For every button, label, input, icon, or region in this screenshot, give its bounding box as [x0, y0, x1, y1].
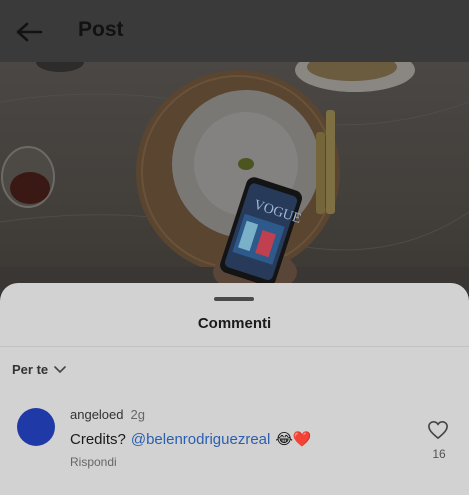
sheet-title: Commenti: [197, 315, 272, 332]
comment-emojis: 😂❤️: [275, 431, 312, 448]
like-button[interactable]: [427, 420, 451, 442]
post-image: VOGUE: [0, 62, 469, 294]
chevron-down-icon: [54, 365, 66, 373]
back-button[interactable]: [14, 17, 44, 47]
heart-outline-icon: [428, 421, 448, 439]
comment-item: angeloed 2g Credits? @belenrodriguezreal…: [0, 403, 469, 483]
mention-link[interactable]: @belenrodriguezreal: [131, 431, 270, 448]
comment-meta: angeloed 2g: [70, 407, 145, 422]
comment-text: Credits? @belenrodriguezreal 😂❤️: [70, 430, 312, 449]
reply-button[interactable]: Rispondi: [70, 455, 117, 469]
sort-filter-dropdown[interactable]: Per te: [12, 362, 66, 377]
comment-text-prefix: Credits?: [70, 430, 126, 448]
comment-username[interactable]: angeloed: [70, 407, 124, 422]
comment-timestamp: 2g: [130, 407, 145, 422]
sort-filter-label: Per te: [12, 362, 49, 377]
top-bar: Post: [0, 0, 469, 62]
divider: [0, 346, 469, 347]
page-title: Post: [78, 18, 124, 41]
arrow-left-icon: [16, 22, 43, 42]
comments-sheet: Commenti Per te angeloed 2g Credits? @be…: [0, 283, 469, 495]
avatar[interactable]: [17, 408, 55, 446]
like-count: 16: [432, 447, 446, 461]
sheet-grabber[interactable]: [214, 297, 254, 301]
